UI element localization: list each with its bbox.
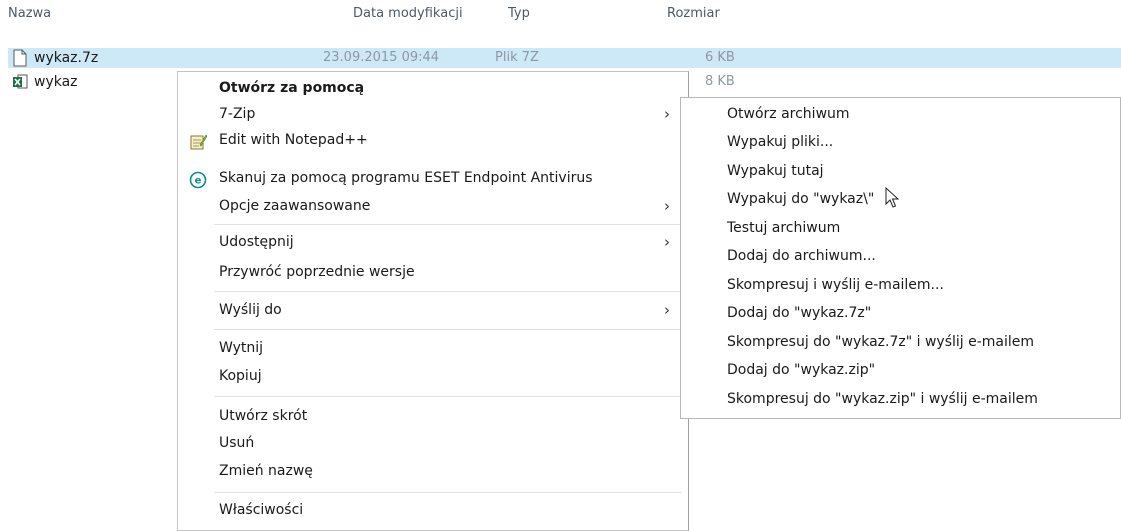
submenu-item-add-to-7z[interactable]: Dodaj do "wykaz.7z" — [681, 301, 1120, 327]
menu-item-label: Wyślij do — [219, 302, 282, 318]
menu-item-create-shortcut[interactable]: Utwórz skrót — [178, 404, 688, 430]
submenu-item-label: Skompresuj do "wykaz.7z" i wyślij e-mail… — [727, 334, 1035, 350]
file-size: 8 KB — [705, 74, 735, 89]
menu-item-edit-notepad[interactable]: Edit with Notepad++ — [178, 128, 688, 154]
submenu-item-compress-7z-email[interactable]: Skompresuj do "wykaz.7z" i wyślij e-mail… — [681, 330, 1120, 356]
submenu-item-extract-files[interactable]: Wypakuj pliki... — [681, 130, 1120, 156]
submenu-item-label: Otwórz archiwum — [727, 106, 850, 122]
menu-item-share[interactable]: Udostępnij › — [178, 230, 688, 256]
menu-item-label: Zmień nazwę — [219, 463, 313, 479]
menu-item-7zip[interactable]: 7-Zip › — [178, 102, 688, 128]
menu-item-open-with[interactable]: Otwórz za pomocą — [178, 76, 688, 102]
menu-separator — [214, 329, 682, 330]
menu-item-send-to[interactable]: Wyślij do › — [178, 298, 688, 324]
mouse-cursor-icon — [885, 187, 900, 208]
submenu-item-compress-zip-email[interactable]: Skompresuj do "wykaz.zip" i wyślij e-mai… — [681, 387, 1120, 413]
submenu-item-label: Wypakuj do "wykaz\" — [727, 191, 875, 207]
menu-separator — [214, 224, 682, 225]
submenu-item-add-to-zip[interactable]: Dodaj do "wykaz.zip" — [681, 358, 1120, 384]
submenu-item-add-to-archive[interactable]: Dodaj do archiwum... — [681, 244, 1120, 270]
submenu-item-label: Dodaj do archiwum... — [727, 248, 876, 264]
menu-item-copy[interactable]: Kopiuj — [178, 364, 688, 390]
menu-item-label: Edit with Notepad++ — [219, 132, 368, 148]
submenu-item-test-archive[interactable]: Testuj archiwum — [681, 216, 1120, 242]
menu-separator — [214, 492, 682, 493]
menu-item-label: Przywróć poprzednie wersje — [219, 264, 415, 280]
menu-item-advanced-options[interactable]: Opcje zaawansowane › — [178, 194, 688, 220]
submenu-item-label: Dodaj do "wykaz.7z" — [727, 305, 872, 321]
column-header-name[interactable]: Nazwa — [8, 6, 51, 21]
menu-item-label: Kopiuj — [219, 368, 262, 384]
chevron-right-icon: › — [664, 233, 670, 251]
menu-item-restore-versions[interactable]: Przywróć poprzednie wersje — [178, 260, 688, 286]
file-name: wykaz — [34, 74, 78, 90]
menu-item-properties[interactable]: Właściwości — [178, 498, 688, 524]
menu-item-label: Opcje zaawansowane — [219, 198, 371, 214]
submenu-7zip: Otwórz archiwum Wypakuj pliki... Wypakuj… — [680, 97, 1121, 419]
screen: Nazwa Data modyfikacji Typ Rozmiar wykaz… — [0, 0, 1121, 531]
menu-item-rename[interactable]: Zmień nazwę — [178, 459, 688, 485]
menu-item-eset-scan[interactable]: e Skanuj za pomocą programu ESET Endpoin… — [178, 166, 688, 192]
file-icon — [13, 49, 27, 67]
menu-item-label: Właściwości — [219, 502, 304, 518]
submenu-item-open-archive[interactable]: Otwórz archiwum — [681, 102, 1120, 128]
eset-icon: e — [189, 171, 207, 189]
submenu-item-compress-email[interactable]: Skompresuj i wyślij e-mailem... — [681, 273, 1120, 299]
menu-item-label: Usuń — [219, 435, 255, 451]
chevron-right-icon: › — [664, 105, 670, 123]
submenu-item-label: Wypakuj tutaj — [727, 163, 824, 179]
file-name: wykaz.7z — [34, 50, 99, 66]
menu-item-label: Skanuj za pomocą programu ESET Endpoint … — [219, 170, 593, 186]
submenu-item-label: Skompresuj do "wykaz.zip" i wyślij e-mai… — [727, 391, 1038, 407]
menu-item-cut[interactable]: Wytnij — [178, 336, 688, 362]
submenu-item-label: Testuj archiwum — [727, 220, 841, 236]
submenu-item-label: Skompresuj i wyślij e-mailem... — [727, 277, 944, 293]
submenu-item-extract-here[interactable]: Wypakuj tutaj — [681, 159, 1120, 185]
excel-icon — [13, 74, 28, 89]
menu-item-label: 7-Zip — [219, 106, 256, 122]
column-header-type[interactable]: Typ — [508, 6, 530, 21]
context-menu: Otwórz za pomocą 7-Zip › Edit with Notep… — [177, 71, 689, 531]
menu-item-label: Udostępnij — [219, 234, 294, 250]
menu-separator — [214, 396, 682, 397]
notepad-plus-plus-icon — [190, 134, 207, 150]
chevron-right-icon: › — [664, 301, 670, 319]
file-date: 23.09.2015 09:44 — [323, 50, 440, 65]
chevron-right-icon: › — [664, 197, 670, 215]
menu-item-label: Wytnij — [219, 340, 264, 356]
submenu-item-label: Dodaj do "wykaz.zip" — [727, 362, 876, 378]
file-row-wykaz-7z[interactable]: wykaz.7z 23.09.2015 09:44 Plik 7Z 6 KB — [8, 48, 1121, 68]
column-header-date[interactable]: Data modyfikacji — [353, 6, 463, 21]
menu-separator — [214, 291, 682, 292]
submenu-item-label: Wypakuj pliki... — [727, 134, 834, 150]
column-header-size[interactable]: Rozmiar — [667, 6, 720, 21]
file-type: Plik 7Z — [495, 50, 539, 65]
menu-item-delete[interactable]: Usuń — [178, 431, 688, 457]
file-size: 6 KB — [705, 50, 735, 65]
svg-text:e: e — [195, 176, 202, 187]
menu-item-label: Utwórz skrót — [219, 408, 308, 424]
menu-item-label: Otwórz za pomocą — [219, 80, 365, 96]
